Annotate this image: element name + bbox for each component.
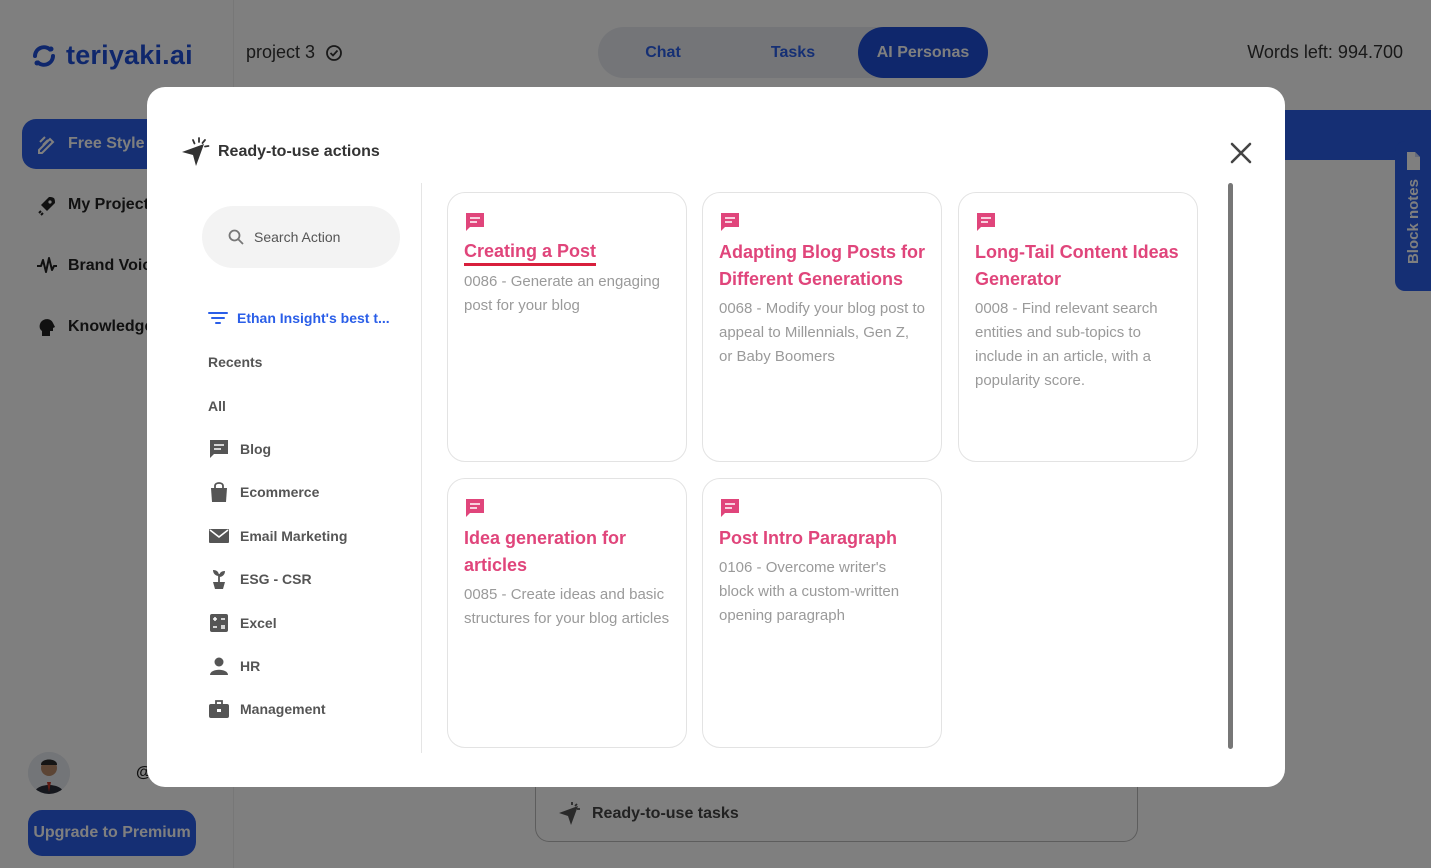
sidebar-divider bbox=[421, 183, 422, 753]
chat-bubble-icon bbox=[721, 213, 739, 231]
card-description: 0008 - Find relevant search entities and… bbox=[975, 300, 1158, 389]
search-box bbox=[202, 206, 400, 268]
shopping-bag-icon bbox=[211, 482, 227, 502]
card-title: Adapting Blog Posts for Different Genera… bbox=[719, 242, 925, 289]
category-label: HR bbox=[240, 658, 261, 674]
briefcase-icon bbox=[209, 700, 229, 718]
calculator-icon bbox=[210, 614, 228, 632]
category-all[interactable]: All bbox=[208, 398, 226, 414]
card-title: Idea generation for articles bbox=[464, 528, 627, 575]
person-icon bbox=[210, 657, 228, 675]
chat-bubble-icon bbox=[721, 499, 739, 517]
category-label: Email Marketing bbox=[240, 528, 348, 544]
search-input[interactable] bbox=[254, 229, 384, 245]
filter-icon bbox=[208, 312, 228, 324]
ready-actions-modal: Ready-to-use actions Ethan Insight's bes… bbox=[147, 87, 1285, 787]
filter-label: Ethan Insight's best t... bbox=[237, 310, 390, 326]
click-sparkle-icon bbox=[182, 137, 210, 166]
category-label: Excel bbox=[240, 615, 277, 631]
category-excel[interactable]: Excel bbox=[208, 612, 277, 634]
category-hr[interactable]: HR bbox=[208, 655, 260, 677]
action-card-post-intro-paragraph[interactable]: Post Intro Paragraph 0106 - Overcome wri… bbox=[702, 478, 942, 748]
chat-bubble-icon bbox=[466, 213, 484, 231]
card-description: 0085 - Create ideas and basic structures… bbox=[464, 586, 670, 627]
category-esg-csr[interactable]: ESG - CSR bbox=[208, 568, 312, 590]
category-label: Blog bbox=[240, 441, 272, 457]
action-card-long-tail-content-ideas[interactable]: Long-Tail Content Ideas Generator 0008 -… bbox=[958, 192, 1198, 462]
category-label: Management bbox=[240, 701, 326, 717]
chat-bubble-icon bbox=[977, 213, 995, 231]
envelope-icon bbox=[209, 529, 229, 543]
category-email-marketing[interactable]: Email Marketing bbox=[208, 525, 347, 547]
modal-header: Ready-to-use actions bbox=[180, 137, 380, 167]
search-icon bbox=[228, 229, 244, 245]
chat-bubble-icon bbox=[466, 499, 484, 517]
category-ecommerce[interactable]: Ecommerce bbox=[208, 481, 319, 503]
card-title: Creating a Post bbox=[464, 239, 597, 266]
category-blog[interactable]: Blog bbox=[208, 438, 271, 460]
scrollbar[interactable] bbox=[1228, 183, 1233, 749]
modal-title: Ready-to-use actions bbox=[218, 143, 380, 160]
card-title: Long-Tail Content Ideas Generator bbox=[975, 242, 1179, 289]
card-title: Post Intro Paragraph bbox=[719, 528, 898, 548]
card-description: 0068 - Modify your blog post to appeal t… bbox=[719, 300, 925, 365]
category-label: ESG - CSR bbox=[240, 571, 312, 587]
action-card-creating-a-post[interactable]: Creating a Post 0086 - Generate an engag… bbox=[447, 192, 687, 462]
category-label: Ecommerce bbox=[240, 484, 320, 500]
card-description: 0106 - Overcome writer's block with a cu… bbox=[719, 559, 900, 624]
action-card-adapting-blog-posts[interactable]: Adapting Blog Posts for Different Genera… bbox=[702, 192, 942, 462]
category-management[interactable]: Management bbox=[208, 698, 326, 720]
chat-bubble-icon bbox=[210, 440, 228, 458]
close-icon[interactable] bbox=[1227, 139, 1255, 167]
card-description: 0086 - Generate an engaging post for you… bbox=[464, 273, 660, 314]
category-recents[interactable]: Recents bbox=[208, 354, 262, 370]
plant-icon bbox=[213, 570, 225, 589]
action-card-idea-generation[interactable]: Idea generation for articles 0085 - Crea… bbox=[447, 478, 687, 748]
filter-selector[interactable]: Ethan Insight's best t... bbox=[208, 310, 390, 326]
